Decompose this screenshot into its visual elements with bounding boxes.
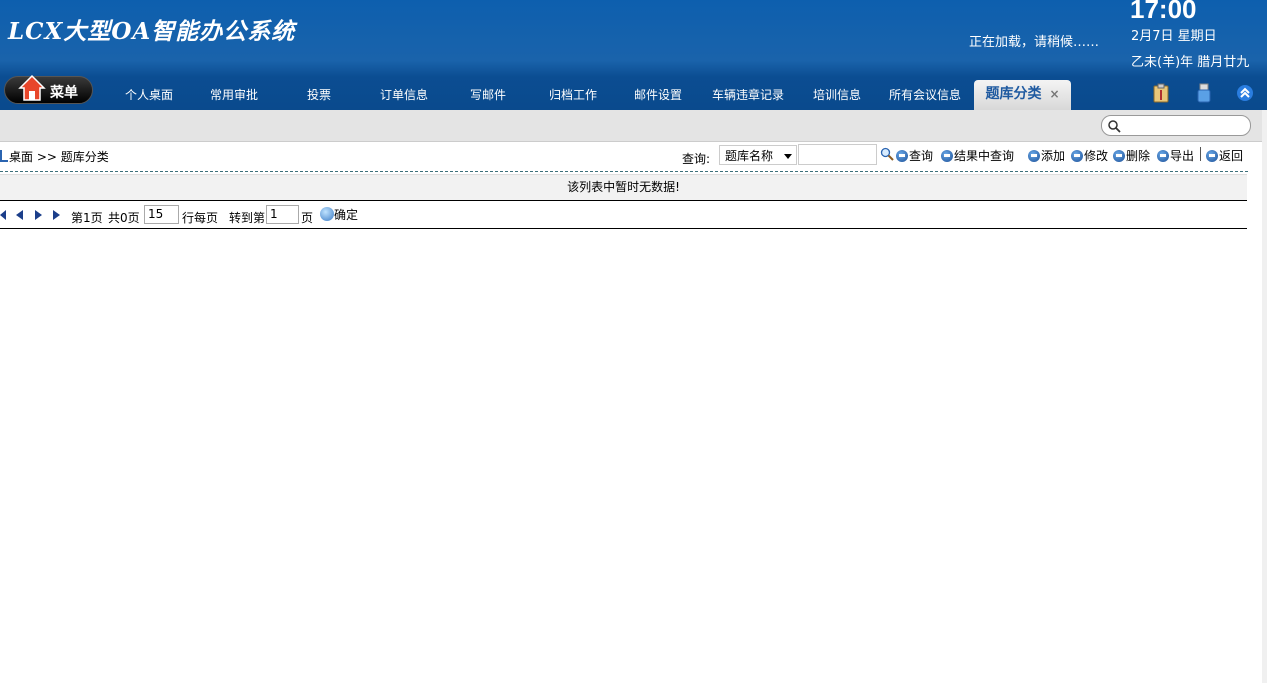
loading-status: 正在加载，请稍候…… (969, 35, 1100, 50)
first-page-icon[interactable] (0, 210, 6, 220)
collapse-icon[interactable] (1235, 83, 1255, 103)
export-label: 导出 (1170, 149, 1195, 163)
tab-mail-settings[interactable]: 邮件设置 (616, 80, 700, 110)
add-button[interactable]: 添加 (1028, 147, 1065, 164)
rows-per-page-input[interactable]: 15 (144, 205, 179, 224)
back-label: 返回 (1219, 149, 1244, 163)
global-search-input[interactable] (1101, 115, 1251, 136)
goto-label: 转到第 (229, 211, 266, 225)
scrollbar[interactable] (1262, 110, 1267, 683)
tab-training-info[interactable]: 培训信息 (796, 80, 878, 110)
tab-write-mail[interactable]: 写邮件 (446, 80, 530, 110)
breadcrumb-separator: >> (36, 150, 57, 164)
magnifier-icon[interactable] (880, 147, 894, 161)
query-button[interactable]: 查询 (896, 147, 933, 164)
query-field-value: 题库名称 (725, 149, 774, 163)
tab-all-meetings[interactable]: 所有会议信息 (878, 80, 972, 110)
last-page-icon[interactable] (53, 210, 60, 220)
edit-button[interactable]: 修改 (1071, 147, 1108, 164)
empty-table-message: 该列表中暂时无数据! (0, 174, 1247, 201)
prev-page-icon[interactable] (16, 210, 23, 220)
rows-per-page-label: 行每页 (182, 211, 219, 225)
page-unit: 页 (301, 211, 314, 225)
confirm-button[interactable]: 确定 (320, 206, 358, 223)
home-icon (18, 74, 46, 101)
search-in-results-button[interactable]: 结果中查询 (941, 147, 1014, 164)
chevron-down-icon (784, 154, 792, 159)
tab-common-approval[interactable]: 常用审批 (192, 80, 276, 110)
breadcrumb: 桌面 >> 题库分类 (0, 148, 109, 165)
search-in-results-label: 结果中查询 (954, 149, 1015, 163)
search-icon (1108, 120, 1121, 133)
query-button-label: 查询 (909, 149, 934, 163)
delete-label: 删除 (1126, 149, 1151, 163)
query-label: 查询: (682, 152, 711, 166)
delete-icon (1113, 150, 1125, 162)
tab-archive-work[interactable]: 归档工作 (530, 80, 616, 110)
tab-order-info[interactable]: 订单信息 (362, 80, 446, 110)
tab-personal-desktop[interactable]: 个人桌面 (106, 80, 192, 110)
tab-question-category-label: 题库分类 (985, 86, 1042, 102)
toolbar (0, 110, 1267, 142)
clock-date: 2月7日 星期日 (1131, 29, 1217, 44)
back-button[interactable]: 返回 (1206, 147, 1243, 164)
clock-lunar-date: 乙未(羊)年 腊月廿九 (1131, 55, 1250, 70)
usb-icon[interactable] (1194, 83, 1214, 103)
tab-vote[interactable]: 投票 (276, 80, 362, 110)
next-page-icon[interactable] (35, 210, 42, 220)
menu-label: 菜单 (50, 85, 78, 101)
menu-button[interactable]: 菜单 (4, 74, 93, 104)
close-icon[interactable]: × (1049, 87, 1059, 101)
export-icon (1157, 150, 1169, 162)
arrow-icon (0, 150, 8, 162)
breadcrumb-current: 题库分类 (60, 150, 109, 164)
pagination: 第1页 共0页 15 行每页 转到第 1 页 确定 (0, 204, 1247, 229)
tab-vehicle-violations[interactable]: 车辆违章记录 (700, 80, 796, 110)
clock-time: 17:00 (1130, 0, 1197, 24)
add-icon (1028, 150, 1040, 162)
goto-page-input[interactable]: 1 (266, 205, 299, 224)
delete-button[interactable]: 删除 (1113, 147, 1150, 164)
divider (1200, 147, 1201, 161)
total-pages: 共0页 (108, 211, 140, 225)
current-page: 第1页 (71, 211, 103, 225)
clipboard-icon[interactable] (1151, 83, 1171, 103)
app-title: LCX大型OA智能办公系统 (8, 18, 296, 45)
edit-label: 修改 (1084, 149, 1109, 163)
app-header: LCX大型OA智能办公系统 正在加载，请稍候…… 17:00 2月7日 星期日 … (0, 0, 1267, 110)
breadcrumb-home[interactable]: 桌面 (9, 150, 33, 164)
back-icon (1206, 150, 1218, 162)
tab-question-category[interactable]: 题库分类 × (974, 80, 1071, 110)
divider (0, 171, 1248, 172)
action-icon (896, 150, 908, 162)
confirm-label: 确定 (334, 208, 359, 222)
globe-icon (320, 207, 334, 221)
export-button[interactable]: 导出 (1157, 147, 1194, 164)
query-input[interactable] (798, 144, 877, 165)
action-icon (941, 150, 953, 162)
query-field-select[interactable]: 题库名称 (719, 145, 797, 165)
edit-icon (1071, 150, 1083, 162)
add-label: 添加 (1041, 149, 1066, 163)
